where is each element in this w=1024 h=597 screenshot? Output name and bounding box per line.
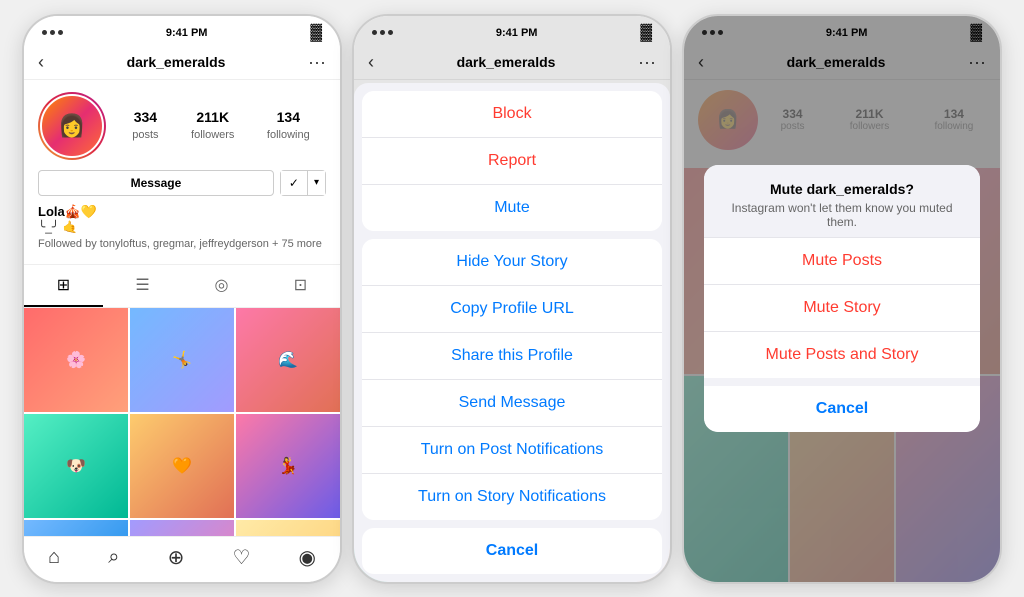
mute-options-group: Mute Posts Mute Story Mute Posts and Sto…: [704, 238, 980, 378]
action-sheet-group-2: Hide Your Story Copy Profile URL Share t…: [362, 239, 662, 520]
photo-grid: 🌸 🤸 🌊 🐶 🧡 💃 😎 🌷 ✨: [24, 308, 340, 536]
profile-tabs: ⊞ ☰ ◎ ⊡: [24, 264, 340, 308]
mute-title: Mute dark_emeralds?: [720, 181, 964, 197]
share-profile-button[interactable]: Share this Profile: [362, 333, 662, 380]
photo-cell-5[interactable]: 🧡: [130, 414, 234, 518]
message-button[interactable]: Message: [38, 170, 274, 196]
mute-dialog-header: Mute dark_emeralds? Instagram won't let …: [704, 165, 980, 238]
profile-nav-icon[interactable]: ◉: [298, 545, 315, 570]
post-notifications-button[interactable]: Turn on Post Notifications: [362, 427, 662, 474]
photo-cell-6[interactable]: 💃: [236, 414, 340, 518]
follow-dropdown: ✓ ▾: [280, 170, 326, 196]
action-sheet-overlay: Block Report Mute Hide Your Story Copy P…: [354, 16, 670, 582]
hide-story-button[interactable]: Hide Your Story: [362, 239, 662, 286]
stats-container: 334 posts 211K followers 134 following: [116, 109, 326, 143]
mute-dialog-overlay: Mute dark_emeralds? Instagram won't let …: [684, 16, 1000, 582]
tab-grid[interactable]: ⊞: [24, 265, 103, 307]
search-nav-icon[interactable]: ⌕: [108, 546, 119, 569]
back-button[interactable]: ‹: [38, 52, 44, 73]
tab-list[interactable]: ☰: [103, 265, 182, 307]
follow-check-button[interactable]: ✓: [281, 171, 307, 195]
send-message-button[interactable]: Send Message: [362, 380, 662, 427]
action-sheet: Block Report Mute Hide Your Story Copy P…: [354, 83, 670, 582]
action-cancel-button[interactable]: Cancel: [362, 528, 662, 574]
photo-cell-4[interactable]: 🐶: [24, 414, 128, 518]
followers-stat: 211K followers: [191, 109, 234, 143]
dot-2: [50, 30, 55, 35]
status-bar-1: 9:41 PM ▓: [24, 16, 340, 46]
list-icon: ☰: [135, 275, 149, 295]
copy-url-button[interactable]: Copy Profile URL: [362, 286, 662, 333]
report-button[interactable]: Report: [362, 138, 662, 185]
phone-3: 9:41 PM ▓ ‹ dark_emeralds ··· 👩 334posts…: [682, 14, 1002, 584]
profile-stats-row: 👩 334 posts 211K followers 134 following: [38, 92, 326, 160]
add-nav-icon[interactable]: ⊕: [168, 545, 185, 570]
photo-cell-1[interactable]: 🌸: [24, 308, 128, 412]
mute-posts-story-button[interactable]: Mute Posts and Story: [704, 332, 980, 378]
mute-story-button[interactable]: Mute Story: [704, 285, 980, 332]
bottom-nav: ⌂ ⌕ ⊕ ♡ ◉: [24, 536, 340, 582]
followed-by: Followed by tonyloftus, gregmar, jeffrey…: [38, 238, 326, 250]
phone-2: 9:41 PM ▓ ‹ dark_emeralds ··· 👩 334posts…: [352, 14, 672, 584]
nav-bar-1: ‹ dark_emeralds ···: [24, 46, 340, 80]
signal-dots: [42, 30, 63, 35]
mute-button[interactable]: Mute: [362, 185, 662, 231]
avatar: 👩: [40, 94, 104, 158]
following-stat: 134 following: [267, 109, 310, 143]
home-nav-icon[interactable]: ⌂: [48, 546, 60, 569]
dot-3: [58, 30, 63, 35]
bio-name: Lola🎪💛: [38, 204, 326, 220]
profile-header: 👩 334 posts 211K followers 134 following: [24, 80, 340, 264]
action-buttons: Message ✓ ▾: [38, 170, 326, 196]
mute-dialog: Mute dark_emeralds? Instagram won't let …: [704, 165, 980, 432]
bio-text: ╰_╯ 🤙: [38, 220, 326, 234]
photo-cell-9[interactable]: ✨: [236, 520, 340, 536]
photo-cell-2[interactable]: 🤸: [130, 308, 234, 412]
phone-1: 9:41 PM ▓ ‹ dark_emeralds ··· 👩 334 post…: [22, 14, 342, 584]
block-button[interactable]: Block: [362, 91, 662, 138]
mute-subtitle: Instagram won't let them know you muted …: [720, 201, 964, 229]
status-time: 9:41 PM: [166, 27, 208, 39]
battery-icon: ▓: [310, 24, 322, 42]
person-icon: ⊡: [294, 275, 307, 295]
story-notifications-button[interactable]: Turn on Story Notifications: [362, 474, 662, 520]
action-sheet-group-1: Block Report Mute: [362, 91, 662, 231]
photo-cell-8[interactable]: 🌷: [130, 520, 234, 536]
mute-cancel-button[interactable]: Cancel: [704, 386, 980, 432]
profile-content: 👩 334 posts 211K followers 134 following: [24, 80, 340, 536]
profile-bio: Lola🎪💛 ╰_╯ 🤙 Followed by tonyloftus, gre…: [38, 204, 326, 256]
more-button[interactable]: ···: [308, 52, 326, 73]
posts-stat: 334 posts: [132, 109, 158, 143]
dot-1: [42, 30, 47, 35]
heart-nav-icon[interactable]: ♡: [232, 545, 250, 570]
status-icons: ▓: [310, 24, 322, 42]
tab-tag[interactable]: ◎: [182, 265, 261, 307]
tag-icon: ◎: [215, 275, 229, 295]
grid-icon: ⊞: [57, 275, 70, 295]
mute-posts-button[interactable]: Mute Posts: [704, 238, 980, 285]
username-title: dark_emeralds: [127, 54, 226, 70]
follow-chevron-button[interactable]: ▾: [307, 171, 325, 195]
tab-person[interactable]: ⊡: [261, 265, 340, 307]
photo-cell-7[interactable]: 😎: [24, 520, 128, 536]
photo-cell-3[interactable]: 🌊: [236, 308, 340, 412]
avatar-ring: 👩: [38, 92, 106, 160]
